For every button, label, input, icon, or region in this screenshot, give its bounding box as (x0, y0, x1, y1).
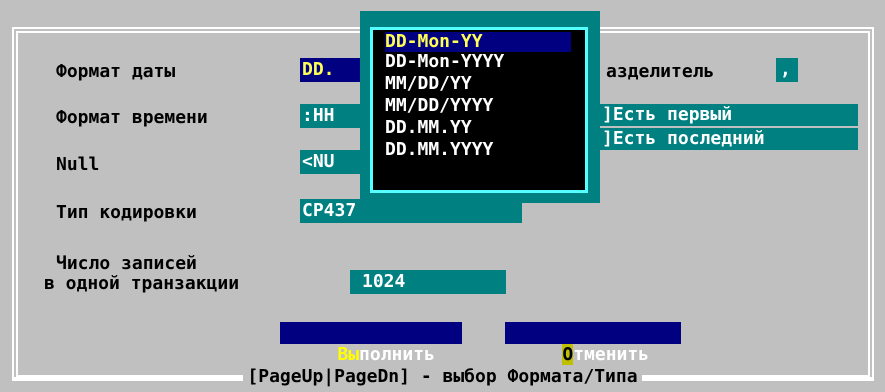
encoding-label: Тип кодировки (56, 202, 197, 223)
cancel-hotkey: О (562, 344, 574, 365)
list-item[interactable]: DD-Mon-YY (385, 32, 571, 52)
time-format-label: Формат времени (56, 107, 208, 128)
execute-button[interactable]: Выполнить (280, 322, 462, 365)
format-dialog: Формат даты Формат времени Null Тип коди… (0, 0, 885, 392)
records-label-line1: Число записей (56, 253, 197, 274)
cancel-label: тменить (573, 344, 650, 365)
list-item[interactable]: DD.MM.YYYY (385, 140, 571, 160)
date-format-list: DD-Mon-YY DD-Mon-YYYY MM/DD/YY MM/DD/YYY… (370, 27, 588, 193)
list-item[interactable]: MM/DD/YY (385, 74, 571, 94)
separator-field[interactable]: , (776, 58, 798, 82)
separator-label: азделитель (606, 61, 715, 82)
cancel-button[interactable]: Отменить (505, 322, 681, 365)
encoding-value: CP437 (302, 200, 357, 221)
date-format-popup: DD-Mon-YY DD-Mon-YYYY MM/DD/YY MM/DD/YYY… (360, 11, 600, 203)
execute-label: полнить (359, 344, 435, 365)
separator-value: , (780, 59, 791, 80)
last-row-checkbox[interactable]: ]Есть последний (600, 128, 858, 150)
list-item[interactable]: DD-Mon-YYYY (385, 52, 571, 72)
null-field[interactable]: <NU (300, 150, 362, 174)
records-label-line2: в одной транзакции (44, 273, 240, 294)
records-value: 1024 (362, 271, 406, 292)
records-field[interactable]: 1024 (350, 270, 506, 294)
date-format-label: Формат даты (56, 61, 176, 82)
status-hint: [PageUp|PageDn] - выбор Формата/Типа (0, 366, 885, 387)
first-row-checkbox[interactable]: ]Есть первый (600, 104, 858, 126)
execute-hotkey: Вы (337, 344, 360, 365)
last-row-label: ]Есть последний (602, 128, 765, 149)
first-row-label: ]Есть первый (602, 104, 733, 125)
date-format-value: DD. (302, 59, 335, 80)
list-item[interactable]: DD.MM.YY (385, 118, 571, 138)
list-item[interactable]: MM/DD/YYYY (385, 96, 571, 116)
status-text: [PageUp|PageDn] - выбор Формата/Типа (243, 366, 642, 387)
null-label: Null (56, 154, 100, 175)
null-value: <NU (302, 151, 335, 172)
date-format-field[interactable]: DD. (300, 58, 362, 82)
time-format-field[interactable]: :HH (300, 104, 362, 128)
time-format-value: :HH (302, 105, 335, 126)
